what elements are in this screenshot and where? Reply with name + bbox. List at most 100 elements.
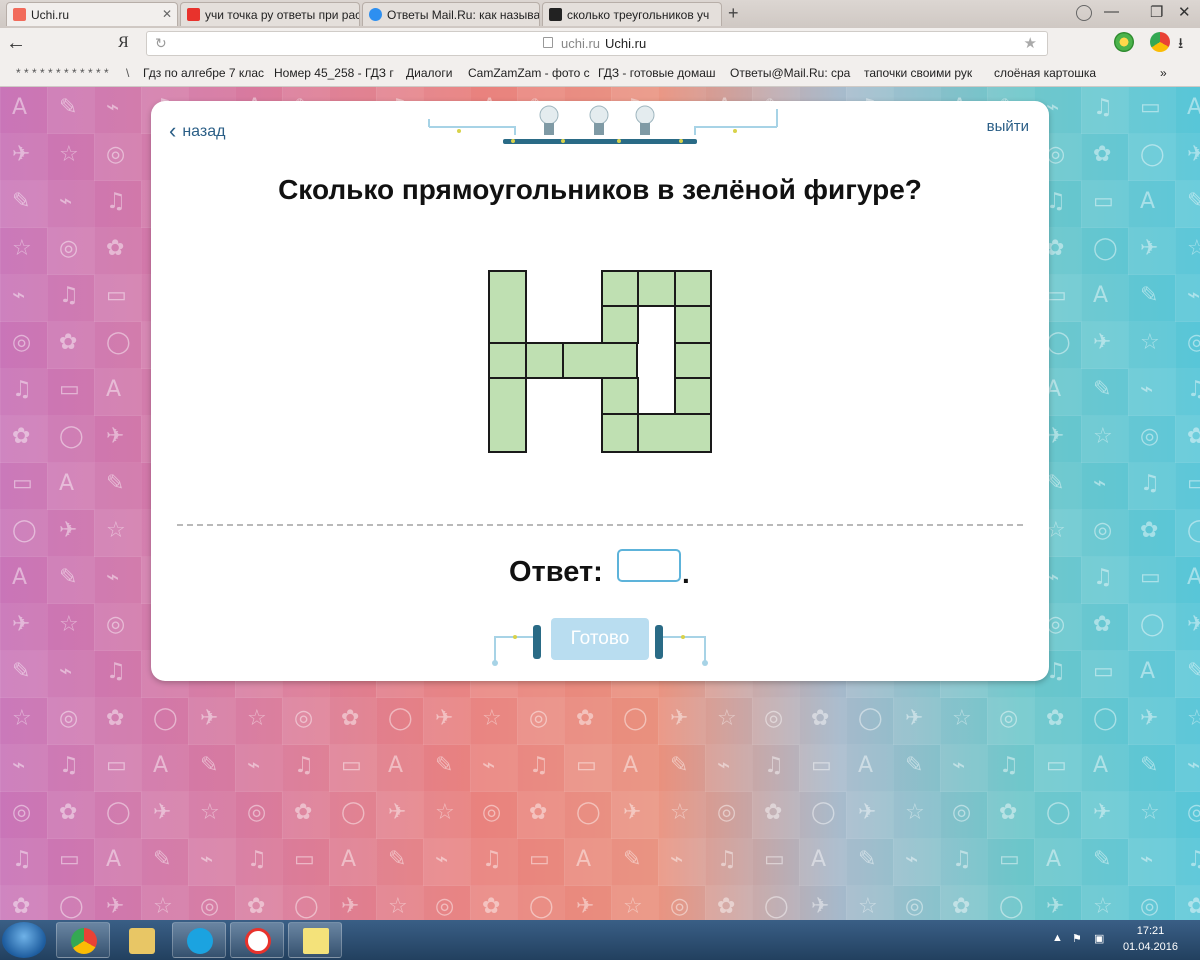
pattern-icon: ✎ — [435, 753, 454, 778]
address-bar[interactable]: ↻ uchi.ru Uchi.ru ★ — [146, 31, 1048, 56]
bookmark-item[interactable]: слоёная картошка — [994, 66, 1096, 80]
background-tile: ▭ — [1081, 651, 1128, 698]
background-tile: ✿ — [1034, 698, 1081, 745]
pattern-icon: ◎ — [1140, 894, 1160, 919]
bookmark-item[interactable]: Диалоги — [406, 66, 452, 80]
taskbar-yandex[interactable] — [230, 922, 284, 958]
pattern-icon: ☆ — [905, 800, 925, 825]
background-tile: ◯ — [846, 698, 893, 745]
pattern-icon: ✈ — [106, 894, 125, 919]
background-tile: ✎ — [423, 745, 470, 792]
tray-arrow-icon[interactable]: ▲ — [1052, 932, 1063, 944]
bookmark-item[interactable]: * * * * * * * * * * * * — [16, 66, 109, 80]
restore-button[interactable]: ❐ — [1150, 3, 1163, 21]
pattern-icon: ✈ — [623, 800, 642, 825]
background-tile: ▭ — [282, 839, 329, 886]
pattern-icon: ✿ — [576, 706, 595, 731]
background-tile: ♫ — [0, 839, 47, 886]
pattern-icon: ◎ — [764, 706, 784, 731]
background-tile: ♫ — [1128, 463, 1175, 510]
pattern-icon: ✿ — [341, 706, 360, 731]
background-tile: ▭ — [799, 745, 846, 792]
bookmark-item[interactable]: Гдз по алгебре 7 клас — [143, 66, 264, 80]
pattern-icon: ◯ — [1093, 236, 1118, 261]
tab-mail-answers[interactable]: Ответы Mail.Ru: как называв — [362, 2, 540, 26]
pattern-icon: ◎ — [294, 706, 314, 731]
background-tile: ♫ — [235, 839, 282, 886]
pattern-icon: ◯ — [59, 894, 84, 919]
pattern-icon: ♫ — [952, 847, 972, 872]
clock-date: 01.04.2016 — [1122, 941, 1178, 953]
pattern-icon: ◎ — [59, 706, 79, 731]
tab-search[interactable]: учи точка ру ответы при рас — [180, 2, 360, 26]
bookmark-separator: \ — [126, 66, 130, 80]
pattern-icon: ◯ — [623, 706, 648, 731]
lightbulb-icon — [635, 105, 655, 135]
system-clock[interactable]: 17:21 01.04.2016 — [1123, 923, 1178, 955]
pattern-icon: ✈ — [12, 142, 31, 167]
pattern-icon: ▭ — [12, 471, 33, 496]
bookmarks-overflow-icon[interactable]: » — [1160, 66, 1167, 80]
pattern-icon: A — [341, 847, 357, 872]
bookmark-item[interactable]: CamZamZam - фото с — [468, 66, 590, 80]
minimize-button[interactable]: — — [1104, 3, 1119, 20]
background-tile: ⌁ — [893, 839, 940, 886]
pattern-icon: A — [1046, 847, 1062, 872]
figure-rect — [637, 270, 676, 307]
pattern-icon: ⌁ — [717, 753, 731, 778]
background-tile: ▭ — [0, 463, 47, 510]
background-tile: ⌁ — [470, 745, 517, 792]
network-icon[interactable]: ▣ — [1094, 932, 1104, 945]
bookmark-star-icon[interactable]: ★ — [1024, 34, 1037, 52]
background-tile: ✎ — [47, 87, 94, 134]
address-host: uchi.ru — [561, 36, 601, 51]
question-text: Сколько прямоугольников в зелёной фигуре… — [278, 174, 922, 205]
pattern-icon: ✈ — [106, 424, 125, 449]
tab-triangles[interactable]: сколько треугольников уч — [542, 2, 722, 26]
pattern-icon: ▭ — [1046, 753, 1067, 778]
new-tab-button[interactable]: + — [728, 3, 739, 24]
chrome-menu-icon[interactable] — [1150, 32, 1170, 52]
pattern-icon: ✎ — [59, 95, 78, 120]
bookmark-item[interactable]: ГДЗ - готовые домаш — [598, 66, 716, 80]
background-tile: ◎ — [235, 792, 282, 839]
browser-back-icon[interactable]: ← — [6, 32, 26, 55]
navigation-bar: ← Я ↻ uchi.ru Uchi.ru ★ ⭳ — [0, 28, 1200, 60]
download-icon[interactable]: ⭳ — [1178, 33, 1183, 58]
pattern-icon: A — [1140, 659, 1156, 684]
bookmark-item[interactable]: Ответы@Mail.Ru: сра — [730, 66, 850, 80]
background-tile: ⌁ — [94, 87, 141, 134]
ready-button[interactable]: Готово — [551, 618, 649, 660]
pattern-icon: ☆ — [482, 706, 502, 731]
background-tile: ◎ — [893, 886, 940, 920]
answer-input[interactable] — [617, 549, 681, 582]
profile-icon[interactable] — [1076, 5, 1092, 21]
background-tile: ◎ — [1128, 416, 1175, 463]
tab-uchi[interactable]: Uchi.ru ✕ — [6, 2, 178, 26]
pattern-icon: ⌁ — [1140, 377, 1154, 402]
close-tab-icon[interactable]: ✕ — [162, 7, 172, 21]
taskbar-chrome[interactable] — [56, 922, 110, 958]
pattern-icon: ☆ — [388, 894, 408, 919]
pattern-icon: ✿ — [811, 706, 830, 731]
pattern-icon: ☆ — [12, 706, 32, 731]
action-center-icon[interactable]: ⚑ — [1072, 932, 1082, 945]
close-window-button[interactable]: ✕ — [1178, 3, 1191, 21]
pattern-icon: ▭ — [106, 283, 127, 308]
figure-rect — [601, 413, 639, 453]
taskbar-explorer[interactable] — [114, 922, 168, 958]
taskbar-notes[interactable] — [288, 922, 342, 958]
reload-icon[interactable]: ↻ — [155, 35, 167, 52]
background-tile: ✿ — [329, 698, 376, 745]
exit-link[interactable]: выйти — [987, 118, 1029, 135]
background-tile: A — [1128, 651, 1175, 698]
background-tile: ✎ — [1081, 839, 1128, 886]
yandex-logo[interactable]: Я — [118, 34, 129, 52]
back-link[interactable]: ‹ назад — [169, 116, 225, 143]
background-tile: ✈ — [1081, 792, 1128, 839]
taskbar-skype[interactable] — [172, 922, 226, 958]
extension-icon[interactable] — [1114, 32, 1134, 52]
bookmark-item[interactable]: Номер 45_258 - ГДЗ г — [274, 66, 394, 80]
bookmark-item[interactable]: тапочки своими рук — [864, 66, 972, 80]
start-button[interactable] — [2, 922, 46, 958]
